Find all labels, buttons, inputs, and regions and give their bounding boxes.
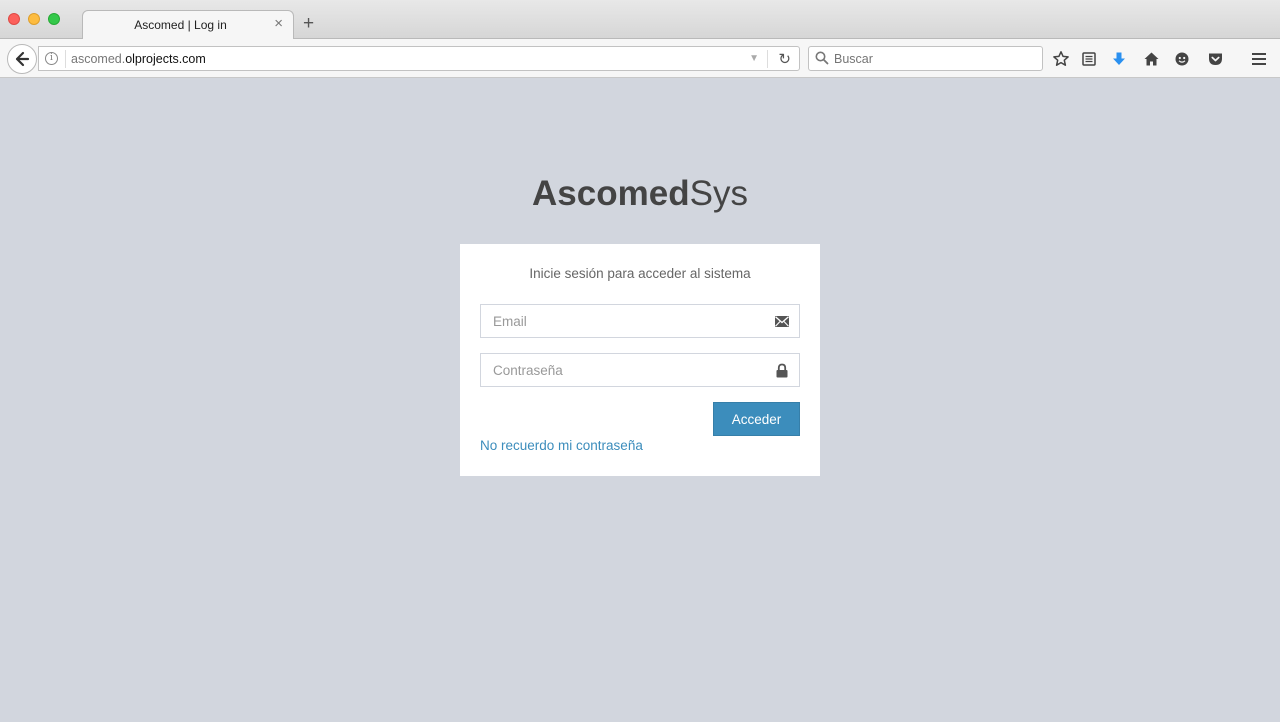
logo-light: Sys — [689, 174, 748, 213]
email-input[interactable] — [481, 305, 761, 337]
browser-titlebar: Ascomed | Log in × + — [0, 0, 1280, 40]
url-prefix: ascomed. — [71, 52, 126, 66]
search-bar[interactable] — [808, 46, 1043, 71]
forgot-password-link[interactable]: No recuerdo mi contraseña — [480, 438, 643, 453]
url-divider-2 — [767, 50, 768, 68]
browser-navbar: i ascomed.olprojects.com ▼ ↻ — [0, 39, 1280, 78]
logo-bold: Ascomed — [532, 174, 690, 213]
bookmark-star-icon[interactable] — [1051, 49, 1071, 69]
reading-list-icon[interactable] — [1079, 49, 1099, 69]
lock-icon — [776, 363, 788, 378]
tab-title: Ascomed | Log in — [134, 18, 227, 32]
email-field — [480, 304, 800, 338]
url-bar[interactable]: i ascomed.olprojects.com ▼ ↻ — [38, 46, 800, 71]
reload-icon[interactable]: ↻ — [778, 50, 791, 68]
url-text[interactable]: ascomed.olprojects.com — [71, 52, 206, 66]
back-button[interactable] — [7, 44, 37, 74]
menu-icon[interactable] — [1249, 49, 1269, 69]
password-input[interactable] — [481, 354, 761, 386]
sync-icon[interactable] — [1172, 49, 1192, 69]
home-icon[interactable] — [1141, 49, 1161, 69]
window-maximize-button[interactable] — [48, 13, 60, 25]
download-icon[interactable] — [1109, 49, 1129, 69]
envelope-icon — [775, 316, 789, 327]
url-divider — [65, 50, 66, 68]
app-logo: AscomedSys — [0, 174, 1280, 214]
window-minimize-button[interactable] — [28, 13, 40, 25]
url-host: olprojects.com — [125, 52, 206, 66]
search-icon — [815, 51, 829, 65]
browser-tab[interactable]: Ascomed | Log in × — [82, 10, 294, 40]
back-icon — [15, 51, 30, 67]
password-field — [480, 353, 800, 387]
new-tab-button[interactable]: + — [303, 14, 314, 34]
login-box-message: Inicie sesión para acceder al sistema — [529, 266, 751, 281]
history-dropdown-icon[interactable]: ▼ — [749, 53, 759, 64]
tab-close-icon[interactable]: × — [274, 16, 283, 32]
search-input[interactable] — [834, 52, 1034, 66]
submit-button[interactable]: Acceder — [713, 402, 800, 436]
window-close-button[interactable] — [8, 13, 20, 25]
pocket-icon[interactable] — [1205, 49, 1225, 69]
login-box: Inicie sesión para acceder al sistema Ac… — [460, 244, 820, 476]
info-icon[interactable]: i — [45, 52, 58, 65]
